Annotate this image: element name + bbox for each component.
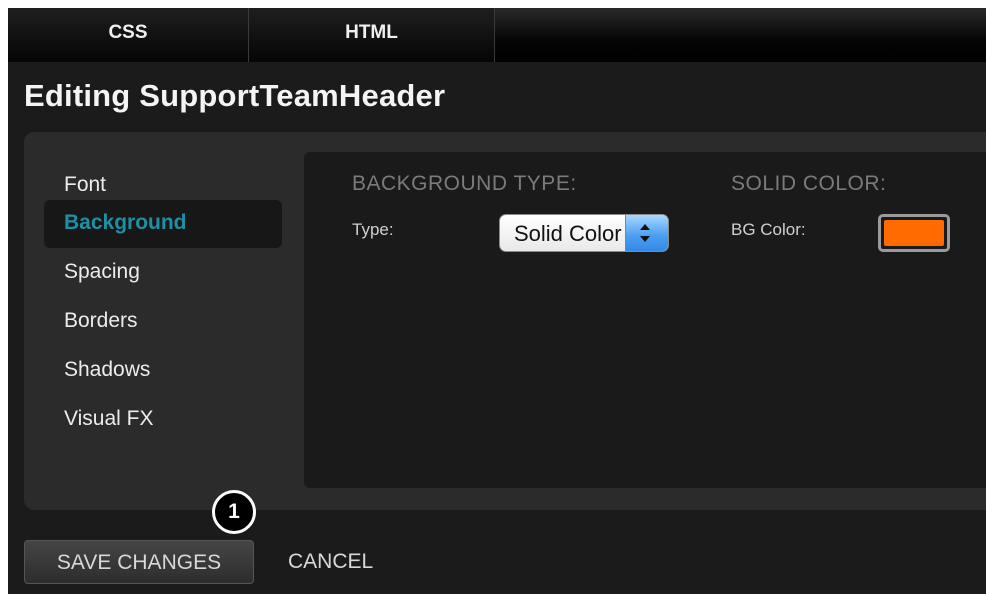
sidebar-item-visual-fx[interactable]: Visual FX xyxy=(44,396,282,444)
background-type-value: Solid Color xyxy=(514,221,622,246)
page-title: Editing SupportTeamHeader xyxy=(24,78,446,113)
tab-html[interactable]: HTML xyxy=(249,8,495,62)
style-panel: Font Background Spacing Borders Shadows … xyxy=(24,132,986,510)
bg-color-label: BG Color: xyxy=(731,220,806,239)
sidebar-item-borders[interactable]: Borders xyxy=(44,298,282,346)
background-settings: BACKGROUND TYPE: Type: Solid Color SOLID… xyxy=(304,152,986,488)
background-type-heading: BACKGROUND TYPE: xyxy=(352,172,577,195)
background-type-select[interactable]: Solid Color xyxy=(499,214,669,252)
bg-color-swatch[interactable] xyxy=(878,214,950,252)
chevron-down-icon xyxy=(640,236,650,242)
tab-css[interactable]: CSS xyxy=(8,8,249,62)
save-changes-button[interactable]: SAVE CHANGES xyxy=(24,540,254,584)
solid-color-heading: SOLID COLOR: xyxy=(731,172,887,195)
type-label: Type: xyxy=(352,220,394,239)
bg-color-fill xyxy=(884,220,944,246)
sidebar-item-spacing[interactable]: Spacing xyxy=(44,249,282,297)
sidebar-item-background[interactable]: Background xyxy=(44,200,282,248)
cancel-button[interactable]: CANCEL xyxy=(288,540,373,584)
editor-window: CSS HTML Editing SupportTeamHeader Font … xyxy=(8,8,986,594)
tab-bar: CSS HTML xyxy=(8,8,986,62)
sidebar-item-shadows[interactable]: Shadows xyxy=(44,347,282,395)
chevron-up-icon xyxy=(640,224,650,230)
select-stepper-icon xyxy=(625,215,668,251)
step-callout-badge: 1 xyxy=(212,490,256,534)
